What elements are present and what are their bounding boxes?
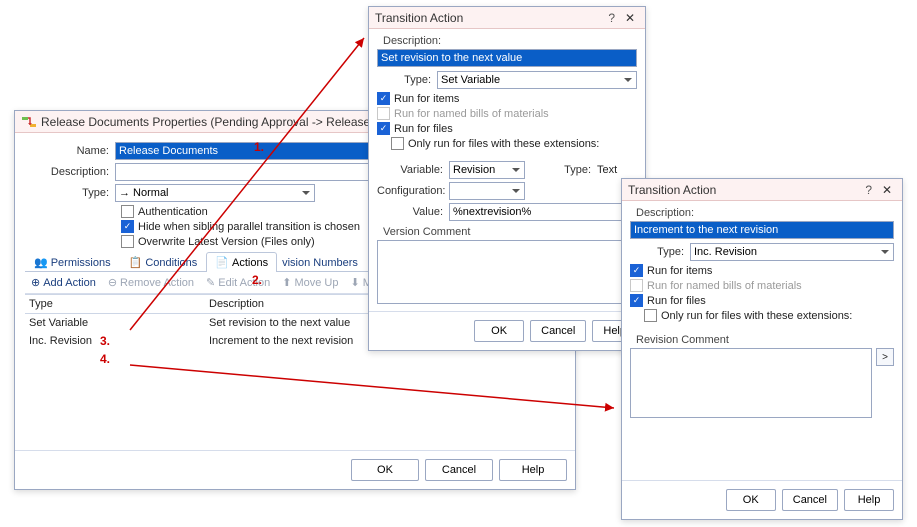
revision-comment-textarea[interactable] <box>630 348 872 418</box>
cancel-button[interactable]: Cancel <box>782 489 838 511</box>
tab-permissions[interactable]: 👥Permissions <box>25 252 120 272</box>
run-for-items-checkbox[interactable]: Run for items <box>377 92 637 105</box>
run-for-files-checkbox[interactable]: Run for files <box>377 122 637 135</box>
checkbox-icon <box>630 264 643 277</box>
actions-icon: 📄 <box>215 256 229 269</box>
move-up-button[interactable]: ⬆Move Up <box>282 276 338 289</box>
vartype-value: Text <box>597 164 637 176</box>
dlg-top-button-bar: OK Cancel Help <box>369 311 645 350</box>
vartype-label: Type: <box>549 164 597 176</box>
arrow-up-icon: ⬆ <box>282 276 291 289</box>
plus-icon: ⊕ <box>31 276 40 289</box>
dlg-top-desc-input[interactable] <box>377 49 637 67</box>
help-button[interactable]: Help <box>844 489 894 511</box>
edit-icon: ✎ <box>206 276 215 289</box>
expand-button[interactable]: > <box>876 348 894 366</box>
run-for-boms-checkbox: Run for named bills of materials <box>377 107 637 120</box>
run-for-files-checkbox[interactable]: Run for files <box>630 294 894 307</box>
help-button[interactable]: Help <box>499 459 567 481</box>
dlg-right-desc-label: Description: <box>630 205 894 221</box>
checkbox-icon <box>630 294 643 307</box>
annotation-2: 2. <box>252 273 262 287</box>
tab-conditions[interactable]: 📋Conditions <box>120 252 207 272</box>
configuration-label: Configuration: <box>377 185 449 197</box>
variable-combo[interactable] <box>449 161 525 179</box>
dlg-top-type-combo[interactable] <box>437 71 637 89</box>
ok-button[interactable]: OK <box>726 489 776 511</box>
dlg-top-titlebar: Transition Action ? ✕ <box>369 7 645 29</box>
cancel-button[interactable]: Cancel <box>425 459 493 481</box>
version-comment-textarea[interactable] <box>377 240 637 304</box>
help-icon[interactable]: ? <box>859 183 878 197</box>
dlg-right-desc-input[interactable] <box>630 221 894 239</box>
close-icon[interactable]: ✕ <box>878 183 896 197</box>
add-action-button[interactable]: ⊕Add Action <box>31 276 96 289</box>
transition-action-dialog-setvar: Transition Action ? ✕ Description: Type:… <box>368 6 646 351</box>
dlg-right-title: Transition Action <box>628 183 716 197</box>
dlg-right-type-combo[interactable] <box>690 243 894 261</box>
dlg-right-type-label: Type: <box>630 246 690 258</box>
value-input[interactable] <box>449 203 637 221</box>
help-icon[interactable]: ? <box>602 11 621 25</box>
revision-comment-label: Revision Comment <box>630 332 894 348</box>
main-button-bar: OK Cancel Help <box>15 450 575 489</box>
ok-button[interactable]: OK <box>351 459 419 481</box>
dlg-top-desc-label: Description: <box>377 33 637 49</box>
run-for-boms-checkbox: Run for named bills of materials <box>630 279 894 292</box>
dlg-top-type-label: Type: <box>377 74 437 86</box>
variable-label: Variable: <box>377 164 449 176</box>
dlg-right-titlebar: Transition Action ? ✕ <box>622 179 902 201</box>
type-label: Type: <box>25 187 115 199</box>
name-label: Name: <box>25 145 115 157</box>
configuration-combo[interactable] <box>449 182 525 200</box>
checkbox-icon <box>121 235 134 248</box>
ok-button[interactable]: OK <box>474 320 524 342</box>
remove-action-button[interactable]: ⊖Remove Action <box>108 276 194 289</box>
run-for-items-checkbox[interactable]: Run for items <box>630 264 894 277</box>
checkbox-icon <box>377 92 390 105</box>
conditions-icon: 📋 <box>129 256 143 269</box>
checkbox-icon <box>644 309 657 322</box>
checkbox-icon <box>121 220 134 233</box>
checkbox-icon <box>121 205 134 218</box>
col-type-header[interactable]: Type <box>25 295 205 313</box>
value-label: Value: <box>377 206 449 218</box>
description-label: Description: <box>25 166 115 178</box>
checkbox-icon <box>377 107 390 120</box>
tab-actions[interactable]: 📄Actions <box>206 252 277 272</box>
version-comment-label: Version Comment <box>377 224 637 240</box>
annotation-4: 4. <box>100 352 110 366</box>
cancel-button[interactable]: Cancel <box>530 320 586 342</box>
annotation-3: 3. <box>100 334 110 348</box>
annotation-1: 1. <box>254 140 264 154</box>
checkbox-icon <box>377 122 390 135</box>
dlg-right-button-bar: OK Cancel Help <box>622 480 902 519</box>
type-combo[interactable] <box>115 184 315 202</box>
tab-revision-numbers[interactable]: vision Numbers <box>277 252 367 272</box>
dlg-top-title: Transition Action <box>375 11 463 25</box>
arrow-down-icon: ⬇ <box>350 276 359 289</box>
only-extensions-checkbox[interactable]: Only run for files with these extensions… <box>644 309 894 322</box>
checkbox-icon <box>391 137 404 150</box>
permissions-icon: 👥 <box>34 256 48 269</box>
close-icon[interactable]: ✕ <box>621 11 639 25</box>
only-extensions-checkbox[interactable]: Only run for files with these extensions… <box>391 137 637 150</box>
transition-icon <box>21 114 37 130</box>
minus-icon: ⊖ <box>108 276 117 289</box>
transition-action-dialog-increv: Transition Action ? ✕ Description: Type:… <box>621 178 903 520</box>
checkbox-icon <box>630 279 643 292</box>
